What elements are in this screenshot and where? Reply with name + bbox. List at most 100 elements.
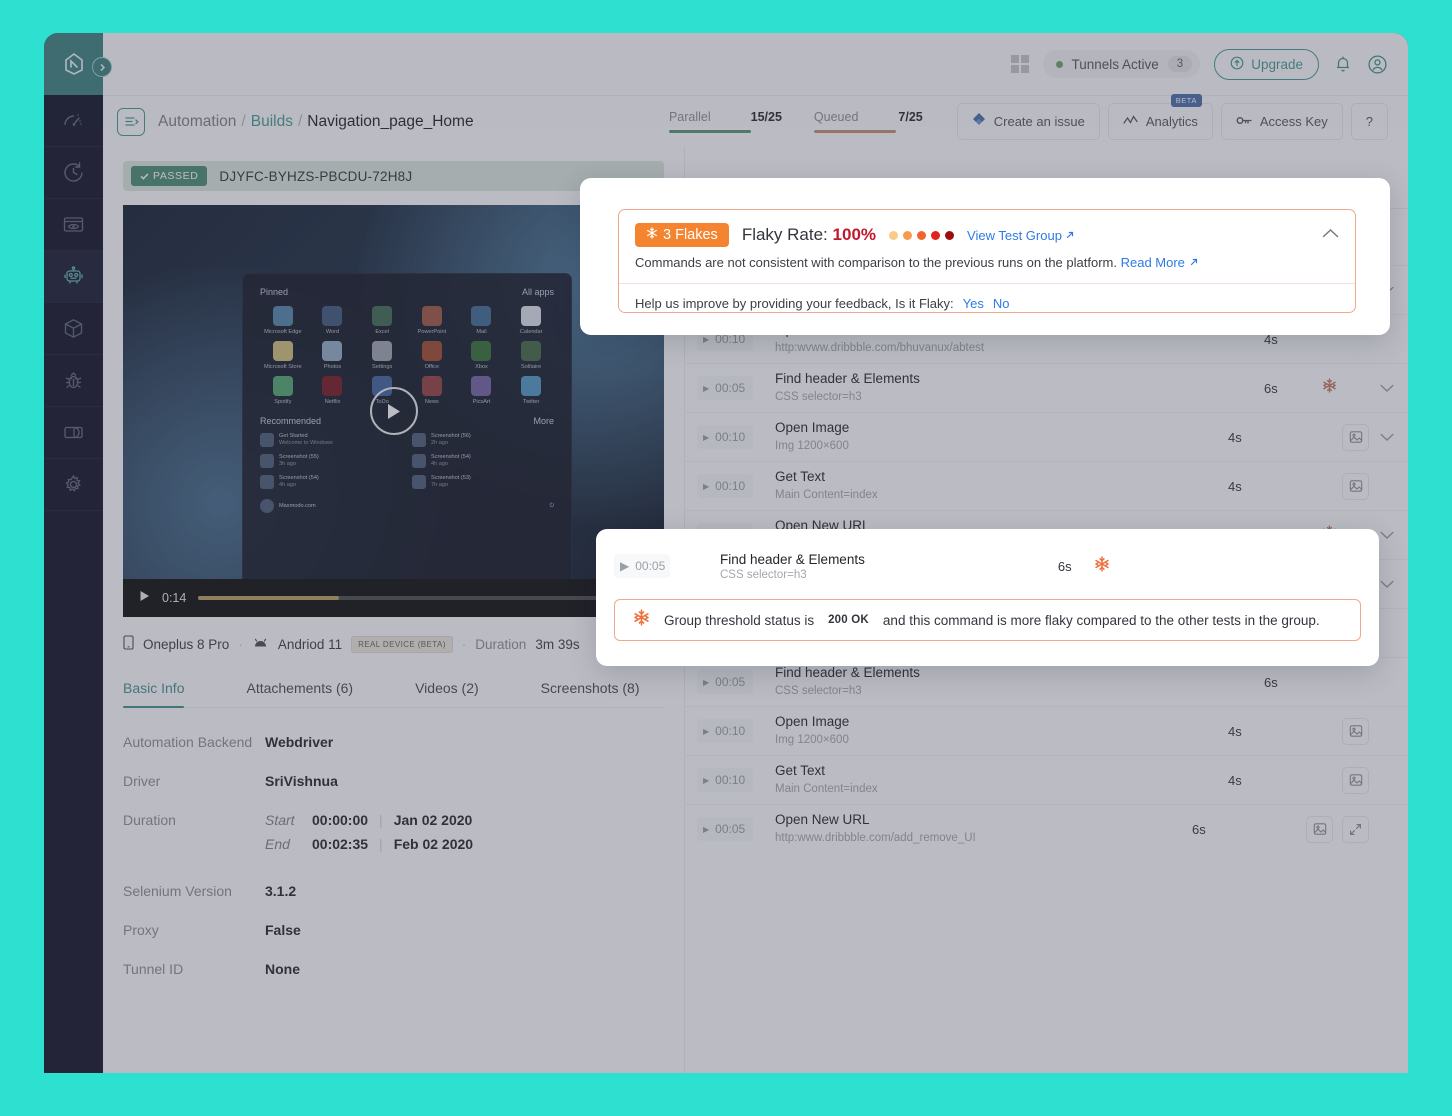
pinned-app: Xbox bbox=[459, 341, 505, 370]
left-nav-rail bbox=[44, 33, 103, 1073]
teal-frame: Tunnels Active 3 Upgrade bbox=[0, 0, 1452, 1116]
avatar[interactable] bbox=[1367, 54, 1388, 75]
file-icon bbox=[412, 433, 426, 447]
feedback-yes-button[interactable]: Yes bbox=[963, 296, 984, 311]
sidebar-item-settings[interactable] bbox=[44, 459, 103, 511]
play-button[interactable] bbox=[370, 387, 418, 435]
video-progress-bar[interactable] bbox=[198, 596, 611, 600]
screenshot-button[interactable] bbox=[1342, 718, 1369, 745]
expand-row-chevron-icon[interactable] bbox=[1378, 433, 1396, 442]
read-more-link[interactable]: Read More bbox=[1121, 255, 1185, 270]
app-name: Office bbox=[409, 364, 455, 370]
screenshot-button[interactable] bbox=[1342, 767, 1369, 794]
analytics-button[interactable]: BETAAnalytics bbox=[1108, 103, 1213, 140]
snowflake-icon[interactable] bbox=[1094, 556, 1110, 577]
command-title: Find header & Elements bbox=[775, 665, 1264, 682]
duration-value: 3m 39s bbox=[535, 637, 579, 652]
expand-row-chevron-icon[interactable] bbox=[1378, 384, 1396, 393]
sidebar-item-realtime[interactable] bbox=[44, 147, 103, 199]
command-row[interactable]: ▶ 00:10 Open Image Img 1200×600 4s bbox=[685, 412, 1408, 461]
help-button[interactable]: ? bbox=[1351, 103, 1388, 140]
command-actions bbox=[1378, 384, 1396, 393]
file-icon bbox=[412, 475, 426, 489]
recommended-title: Screenshot (54)4h ago bbox=[279, 475, 319, 489]
jira-icon bbox=[972, 113, 986, 130]
command-time[interactable]: ▶ 00:10 bbox=[697, 474, 753, 498]
app-grid-icon[interactable] bbox=[1011, 55, 1029, 73]
tunnels-label: Tunnels Active bbox=[1072, 57, 1159, 72]
command-row[interactable]: ▶ 00:05 Find header & Elements CSS selec… bbox=[685, 363, 1408, 412]
play-icon: ▶ bbox=[703, 825, 709, 834]
feedback-no-button[interactable]: No bbox=[993, 296, 1010, 311]
command-time-label: 00:10 bbox=[715, 430, 745, 444]
rail-expand-toggle[interactable] bbox=[92, 57, 112, 77]
command-sub: Img 1200×600 bbox=[775, 733, 1228, 748]
duration-time: 00:02:35 bbox=[312, 836, 368, 852]
command-time[interactable]: ▶ 00:05 bbox=[697, 670, 753, 694]
expand-button[interactable] bbox=[1342, 816, 1369, 843]
info-row: Proxy False bbox=[123, 922, 664, 938]
pinned-app: Word bbox=[310, 306, 356, 335]
app-name: Calendar bbox=[508, 329, 554, 335]
tooltip-command-time[interactable]: ▶ 00:05 bbox=[614, 554, 670, 578]
access-key-button[interactable]: Access Key bbox=[1221, 103, 1343, 140]
stat-queued[interactable]: Queued 7/25 bbox=[798, 110, 939, 133]
tab-videos-2[interactable]: Videos (2) bbox=[415, 680, 479, 707]
breadcrumb-sep-2: / bbox=[298, 113, 302, 131]
tunnels-count: 3 bbox=[1168, 56, 1192, 72]
command-text: Open Image Img 1200×600 bbox=[753, 420, 1228, 454]
command-time[interactable]: ▶ 00:05 bbox=[697, 817, 753, 841]
breadcrumb-link-builds[interactable]: Builds bbox=[251, 113, 293, 131]
command-time[interactable]: ▶ 00:05 bbox=[697, 376, 753, 400]
command-time-label: 00:05 bbox=[715, 675, 745, 689]
sidebar-item-dashboard[interactable] bbox=[44, 95, 103, 147]
command-row[interactable]: ▶ 00:10 Open Image Img 1200×600 4s bbox=[685, 706, 1408, 755]
sidebar-item-automation[interactable] bbox=[44, 251, 103, 303]
app-name: Excel bbox=[359, 329, 405, 335]
command-row[interactable]: ▶ 00:10 Get Text Main Content=index 4s bbox=[685, 461, 1408, 510]
play-icon[interactable] bbox=[139, 589, 150, 607]
sidebar-item-visual-testing[interactable] bbox=[44, 199, 103, 251]
tab-attachements-6[interactable]: Attachements (6) bbox=[246, 680, 353, 707]
command-duration: 4s bbox=[1228, 430, 1286, 445]
pinned-app: PowerPoint bbox=[409, 306, 455, 335]
recommended-sub: 2h ago bbox=[431, 440, 471, 447]
command-time[interactable]: ▶ 00:10 bbox=[697, 768, 753, 792]
screenshot-button[interactable] bbox=[1342, 424, 1369, 451]
sidebar-item-smart-ui[interactable] bbox=[44, 407, 103, 459]
sidebar-item-packages[interactable] bbox=[44, 303, 103, 355]
stat-parallel[interactable]: Parallel 15/25 bbox=[653, 110, 798, 133]
sidebar-item-bugs[interactable] bbox=[44, 355, 103, 407]
tab-basic-info[interactable]: Basic Info bbox=[123, 680, 184, 707]
header-buttons: Create an issueBETAAnalytics Access Key? bbox=[949, 103, 1388, 140]
file-icon bbox=[260, 454, 274, 468]
breadcrumb-root[interactable]: Automation bbox=[158, 113, 236, 131]
app-icon bbox=[521, 376, 541, 396]
header-button-label: Access Key bbox=[1260, 114, 1328, 129]
command-title: Get Text bbox=[775, 469, 1228, 486]
view-test-group-link[interactable]: View Test Group bbox=[967, 228, 1075, 243]
expand-row-chevron-icon[interactable] bbox=[1378, 580, 1396, 589]
tab-screenshots-8[interactable]: Screenshots (8) bbox=[541, 680, 640, 707]
screenshot-button[interactable] bbox=[1306, 816, 1333, 843]
collapse-button[interactable] bbox=[1322, 226, 1339, 244]
snowflake-icon[interactable] bbox=[1322, 380, 1337, 397]
separator-dot: · bbox=[238, 637, 243, 652]
app-icon bbox=[422, 376, 442, 396]
bell-icon[interactable] bbox=[1333, 54, 1353, 74]
command-row[interactable]: ▶ 00:10 Get Text Main Content=index 4s bbox=[685, 755, 1408, 804]
panel-toggle-icon[interactable] bbox=[117, 108, 145, 136]
command-text: Open Image Img 1200×600 bbox=[753, 714, 1228, 748]
info-row: Tunnel ID None bbox=[123, 961, 664, 977]
command-row[interactable]: ▶ 00:05 Open New URL http:www.dribbble.c… bbox=[685, 804, 1408, 853]
info-value: Webdriver bbox=[265, 734, 333, 750]
expand-row-chevron-icon[interactable] bbox=[1378, 531, 1396, 540]
tunnels-active-pill[interactable]: Tunnels Active 3 bbox=[1043, 50, 1201, 78]
flaky-rate: Flaky Rate: 100% bbox=[742, 225, 876, 245]
screenshot-button[interactable] bbox=[1342, 473, 1369, 500]
command-time[interactable]: ▶ 00:10 bbox=[697, 719, 753, 743]
command-time[interactable]: ▶ 00:10 bbox=[697, 425, 753, 449]
severity-dot bbox=[945, 231, 954, 240]
upgrade-button[interactable]: Upgrade bbox=[1214, 49, 1319, 80]
create-an-issue-button[interactable]: Create an issue bbox=[957, 103, 1100, 140]
